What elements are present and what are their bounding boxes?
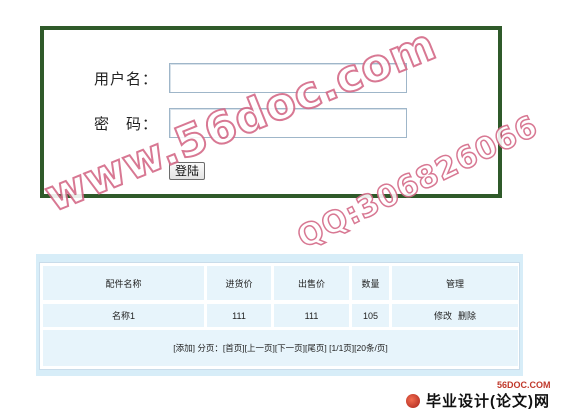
table-cell-actions: 修改 删除 [392, 304, 518, 327]
table-cell-sell-price: 111 [274, 304, 349, 327]
table-cell-quantity: 105 [352, 304, 389, 327]
parts-table-panel: 配件名称 进货价 出售价 数量 管理 名称1 111 111 105 修改 删除… [36, 254, 523, 376]
logo-text: 毕业设计(论文)网 [426, 393, 550, 410]
logo-domain: 56DOC.COM [497, 380, 551, 390]
column-header-buy-price: 进货价 [207, 266, 271, 300]
edit-link[interactable]: 修改 [434, 309, 452, 322]
logo-icon [406, 393, 420, 408]
delete-link[interactable]: 删除 [458, 309, 476, 322]
column-header-sell-price: 出售价 [274, 266, 349, 300]
pagination-bar[interactable]: [添加] 分页：[首页][上一页][下一页][尾页] [1/1页][20条/页] [43, 330, 518, 366]
column-header-quantity: 数量 [352, 266, 389, 300]
table-cell-buy-price: 111 [207, 304, 271, 327]
table-cell-name: 名称1 [43, 304, 204, 327]
site-logo: 毕业设计(论文)网 [406, 390, 550, 411]
username-label: 用户名： [94, 70, 159, 88]
parts-table: 配件名称 进货价 出售价 数量 管理 名称1 111 111 105 修改 删除… [39, 262, 520, 370]
column-header-manage: 管理 [392, 266, 518, 300]
column-header-name: 配件名称 [43, 266, 204, 300]
